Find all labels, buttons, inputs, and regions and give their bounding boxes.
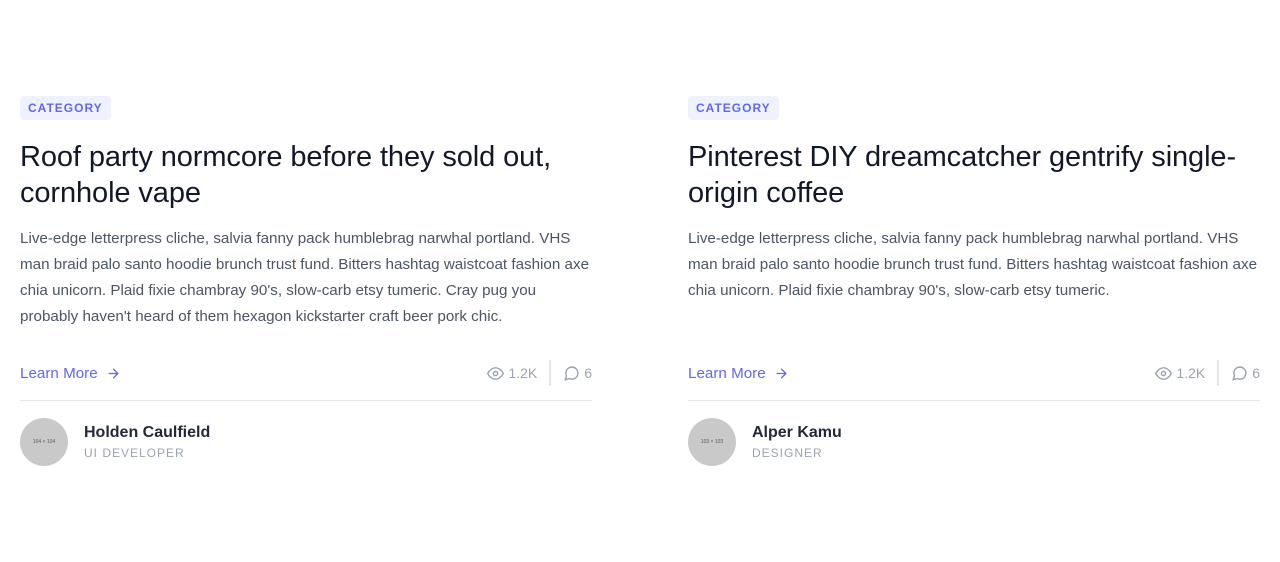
blog-card: CATEGORY Pinterest DIY dreamcatcher gent…	[688, 96, 1260, 466]
speech-bubble-icon	[564, 365, 579, 381]
comments-count: 6	[1252, 365, 1260, 381]
blog-cards: CATEGORY Roof party normcore before they…	[0, 0, 1280, 562]
card-meta-row: Learn More 1.2K 6	[20, 360, 592, 386]
learn-more-label: Learn More	[20, 364, 98, 382]
eye-icon	[487, 366, 505, 380]
card-description: Live-edge letterpress cliche, salvia fan…	[688, 230, 1258, 299]
views-stat: 1.2K	[487, 360, 552, 386]
author-info: Alper Kamu DESIGNER	[752, 423, 842, 461]
card-title: Roof party normcore before they sold out…	[20, 141, 552, 209]
card-meta-row: Learn More 1.2K 6	[688, 360, 1260, 386]
divider	[20, 400, 592, 401]
category-badge[interactable]: CATEGORY	[688, 96, 779, 120]
card-stats: 1.2K 6	[487, 360, 592, 386]
views-count: 1.2K	[508, 365, 538, 381]
avatar-placeholder-text: 104 × 104	[32, 439, 56, 445]
card-description: Live-edge letterpress cliche, salvia fan…	[20, 230, 590, 325]
author-role: DESIGNER	[752, 446, 823, 460]
avatar[interactable]: 103 × 103	[688, 418, 736, 466]
category-badge[interactable]: CATEGORY	[20, 96, 111, 120]
author-name[interactable]: Alper Kamu	[752, 423, 842, 443]
author-block: 103 × 103 Alper Kamu DESIGNER	[688, 418, 842, 466]
views-stat: 1.2K	[1155, 360, 1220, 386]
avatar[interactable]: 104 × 104	[20, 418, 68, 466]
learn-more-link[interactable]: Learn More	[20, 365, 121, 382]
avatar-placeholder-text: 103 × 103	[700, 439, 724, 445]
card-stats: 1.2K 6	[1155, 360, 1260, 386]
divider	[688, 400, 1260, 401]
author-name[interactable]: Holden Caulfield	[84, 423, 210, 443]
learn-more-link[interactable]: Learn More	[688, 365, 789, 382]
blog-card: CATEGORY Roof party normcore before they…	[20, 96, 592, 466]
arrow-right-icon	[108, 368, 119, 378]
card-title: Pinterest DIY dreamcatcher gentrify sing…	[688, 141, 1237, 209]
speech-bubble-icon	[1232, 365, 1247, 381]
learn-more-label: Learn More	[688, 364, 766, 382]
arrow-right-icon	[776, 368, 787, 378]
comments-stat: 6	[1219, 365, 1260, 382]
comments-count: 6	[584, 365, 592, 381]
author-block: 104 × 104 Holden Caulfield UI DEVELOPER	[20, 418, 210, 466]
eye-icon	[1155, 366, 1173, 380]
author-info: Holden Caulfield UI DEVELOPER	[84, 423, 210, 461]
views-count: 1.2K	[1176, 365, 1206, 381]
author-role: UI DEVELOPER	[84, 446, 185, 460]
comments-stat: 6	[551, 365, 592, 382]
